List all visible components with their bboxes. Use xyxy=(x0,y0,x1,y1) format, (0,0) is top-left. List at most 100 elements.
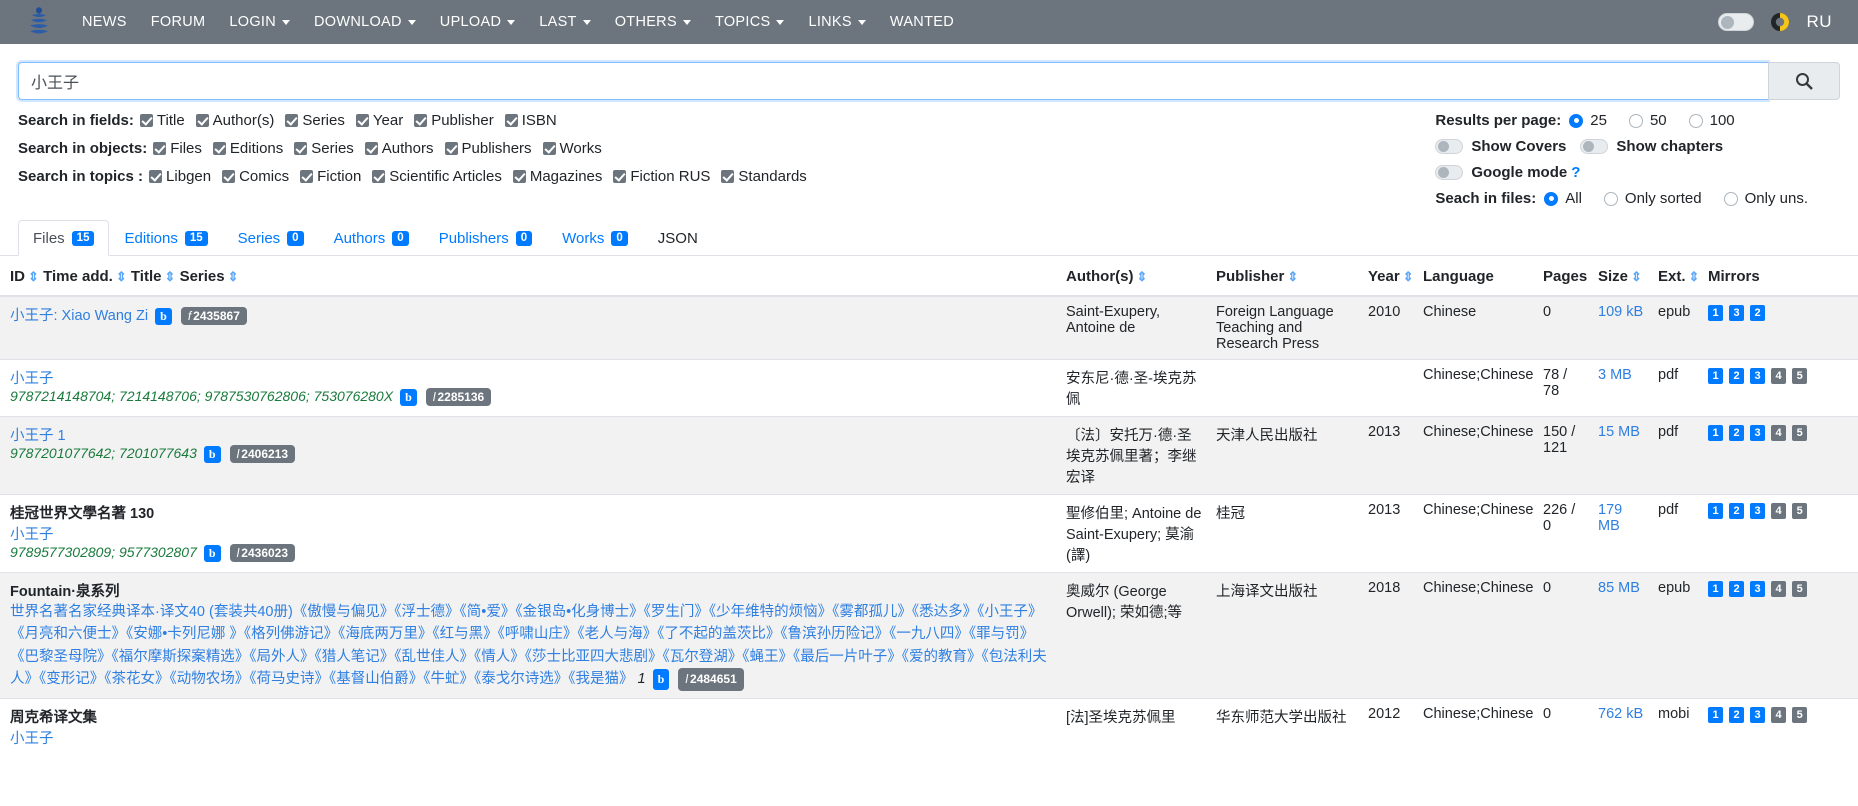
mirror-link[interactable]: 2 xyxy=(1729,425,1745,441)
mirror-link[interactable]: 1 xyxy=(1708,425,1723,441)
checkbox-field-publisher[interactable]: Publisher xyxy=(414,112,500,129)
checkbox-field-isbn[interactable]: ISBN xyxy=(504,112,563,129)
google-mode-toggle[interactable] xyxy=(1435,165,1464,180)
radio-files-only-uns[interactable]: Only uns. xyxy=(1723,190,1808,207)
radio-results-50[interactable]: 50 xyxy=(1628,112,1667,129)
size-link[interactable]: 762 kB xyxy=(1598,706,1643,722)
checkbox-field-title[interactable]: Title xyxy=(139,112,191,129)
checkbox-object-series[interactable]: Series xyxy=(294,140,360,157)
mirror-link[interactable]: 3 xyxy=(1750,581,1766,597)
sort-icon[interactable]: ⇕ xyxy=(1403,269,1414,284)
title-link[interactable]: 小王子 xyxy=(10,367,1054,388)
tab-series[interactable]: Series 0 xyxy=(223,220,319,256)
sort-icon[interactable]: ⇕ xyxy=(1631,269,1642,284)
mirror-link[interactable]: 4 xyxy=(1771,425,1787,441)
edition-badge[interactable]: b xyxy=(155,308,172,325)
file-id-badge[interactable]: l 2285136 xyxy=(425,388,492,406)
mirror-link[interactable]: 5 xyxy=(1792,425,1808,441)
google-mode-help-icon[interactable]: ? xyxy=(1571,164,1580,181)
mirror-link[interactable]: 5 xyxy=(1792,503,1808,519)
search-input[interactable] xyxy=(18,62,1768,100)
title-link[interactable]: 小王子: Xiao Wang Zi xyxy=(10,308,148,324)
show-chapters-toggle[interactable] xyxy=(1580,139,1609,154)
checkbox-field-year[interactable]: Year xyxy=(355,112,409,129)
file-id-badge[interactable]: l 2436023 xyxy=(229,544,296,562)
nav-item-news[interactable]: NEWS xyxy=(70,8,139,36)
mirror-link[interactable]: 4 xyxy=(1771,503,1787,519)
radio-files-all[interactable]: All xyxy=(1544,190,1582,207)
radio-results-25[interactable]: 25 xyxy=(1569,112,1607,129)
mirror-link[interactable]: 4 xyxy=(1771,368,1787,384)
checkbox-topic-fiction-rus[interactable]: Fiction RUS xyxy=(613,168,716,185)
file-id-badge[interactable]: l 2406213 xyxy=(229,445,296,463)
checkbox-field-authors[interactable]: Author(s) xyxy=(195,112,281,129)
dark-mode-toggle[interactable] xyxy=(1718,13,1755,31)
mirror-link[interactable]: 3 xyxy=(1750,368,1766,384)
title-link[interactable]: 小王子 1 xyxy=(10,424,1054,445)
mirror-link[interactable]: 4 xyxy=(1771,581,1787,597)
mirror-link[interactable]: 3 xyxy=(1750,707,1766,723)
edition-badge[interactable]: b xyxy=(203,446,221,463)
file-id-badge[interactable]: f 2435867 xyxy=(180,307,247,325)
nav-item-login[interactable]: LOGIN xyxy=(217,8,302,36)
size-link[interactable]: 85 MB xyxy=(1598,580,1640,596)
mirror-link[interactable]: 1 xyxy=(1708,581,1723,597)
checkbox-object-publishers[interactable]: Publishers xyxy=(444,140,538,157)
mirror-link[interactable]: 1 xyxy=(1708,503,1723,519)
checkbox-topic-libgen[interactable]: Libgen xyxy=(149,168,217,185)
edition-badge[interactable]: b xyxy=(203,545,221,562)
sort-icon[interactable]: ⇕ xyxy=(1137,269,1148,284)
tab-editions[interactable]: Editions 15 xyxy=(109,220,222,256)
mirror-link[interactable]: 1 xyxy=(1708,305,1723,321)
edition-badge[interactable]: b xyxy=(400,389,417,406)
nav-item-upload[interactable]: UPLOAD xyxy=(428,8,527,36)
tab-works[interactable]: Works 0 xyxy=(547,220,643,256)
mirror-link[interactable]: 1 xyxy=(1708,707,1723,723)
mirror-link[interactable]: 3 xyxy=(1750,425,1766,441)
tab-publishers[interactable]: Publishers 0 xyxy=(424,220,547,256)
nav-item-download[interactable]: DOWNLOAD xyxy=(302,8,428,36)
language-selector[interactable]: RU xyxy=(1806,12,1832,32)
sort-icon[interactable]: ⇕ xyxy=(1689,269,1700,284)
mirror-link[interactable]: 2 xyxy=(1729,707,1745,723)
tab-authors[interactable]: Authors 0 xyxy=(319,220,424,256)
checkbox-topic-fiction[interactable]: Fiction xyxy=(300,168,367,185)
radio-results-100[interactable]: 100 xyxy=(1688,112,1735,129)
size-link[interactable]: 179 MB xyxy=(1598,502,1622,534)
mirror-link[interactable]: 3 xyxy=(1750,503,1766,519)
checkbox-object-editions[interactable]: Editions xyxy=(212,140,289,157)
show-covers-toggle[interactable] xyxy=(1435,139,1464,154)
radio-files-only-sorted[interactable]: Only sorted xyxy=(1603,190,1702,207)
title-link[interactable]: 世界名著名家经典译本·译文40 (套装共40册)《傲慢与偏见》《浮士德》《简•爱… xyxy=(10,604,1047,687)
sort-icon[interactable]: ⇕ xyxy=(1287,269,1298,284)
size-link[interactable]: 109 kB xyxy=(1598,304,1643,320)
title-link[interactable]: 小王子 xyxy=(10,727,1054,748)
mirror-link[interactable]: 2 xyxy=(1750,305,1766,321)
sort-icon[interactable]: ⇕ xyxy=(116,269,127,284)
title-link[interactable]: 小王子 xyxy=(10,523,1054,544)
tab-json[interactable]: JSON xyxy=(643,220,713,256)
checkbox-object-files[interactable]: Files xyxy=(153,140,208,157)
site-logo[interactable] xyxy=(18,7,60,37)
mirror-link[interactable]: 5 xyxy=(1792,581,1808,597)
mirror-link[interactable]: 5 xyxy=(1792,368,1808,384)
checkbox-topic-standards[interactable]: Standards xyxy=(721,168,812,185)
sort-icon[interactable]: ⇕ xyxy=(164,269,175,284)
file-id-badge[interactable]: l 2484651 xyxy=(678,668,744,691)
mirror-link[interactable]: 2 xyxy=(1729,503,1745,519)
mirror-link[interactable]: 4 xyxy=(1771,707,1787,723)
checkbox-field-series[interactable]: Series xyxy=(285,112,351,129)
nav-item-others[interactable]: OTHERS xyxy=(603,8,703,36)
checkbox-topic-magazines[interactable]: Magazines xyxy=(512,168,609,185)
nav-item-forum[interactable]: FORUM xyxy=(139,8,218,36)
checkbox-topic-scientific-articles[interactable]: Scientific Articles xyxy=(372,168,508,185)
sort-icon[interactable]: ⇕ xyxy=(228,269,239,284)
nav-item-last[interactable]: LAST xyxy=(527,8,602,36)
size-link[interactable]: 15 MB xyxy=(1598,424,1640,440)
size-link[interactable]: 3 MB xyxy=(1598,367,1632,383)
checkbox-topic-comics[interactable]: Comics xyxy=(222,168,295,185)
mirror-link[interactable]: 3 xyxy=(1729,305,1745,321)
mirror-link[interactable]: 5 xyxy=(1792,707,1808,723)
nav-item-wanted[interactable]: WANTED xyxy=(878,8,966,36)
checkbox-object-authors[interactable]: Authors xyxy=(364,140,440,157)
